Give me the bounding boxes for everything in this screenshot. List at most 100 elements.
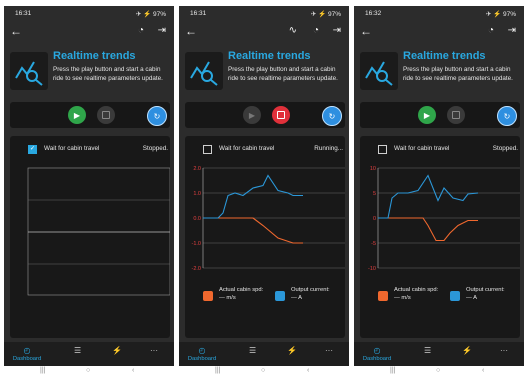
chart-panel: ✓ Wait for cabin travel Stopped. <box>10 136 170 338</box>
phone-screen-1: 16:31 ✈ ⚡ 97% ← ◔ ⇥ Realtime trends Pres… <box>4 6 174 378</box>
back-icon[interactable]: ‹ <box>132 367 134 374</box>
logout-icon[interactable]: ⇥ <box>333 25 341 36</box>
y-tick-label: 0 <box>373 216 376 222</box>
bottom-nav: ◴ Dashboard ☰ ⚡ ··· <box>4 342 174 366</box>
stop-button[interactable] <box>447 106 465 124</box>
top-bar: ← ◔ ⇥ <box>4 20 174 46</box>
stop-button[interactable] <box>272 106 290 124</box>
back-icon[interactable]: ‹ <box>307 367 309 374</box>
recents-icon[interactable]: ||| <box>215 367 220 374</box>
current-legend: Output current: — A <box>466 286 518 302</box>
stop-icon <box>452 111 460 119</box>
chart-panel: Wait for cabin travel Stopped. 10 5 0 -5 -10… <box>360 136 520 338</box>
back-arrow-icon[interactable]: ← <box>185 24 197 38</box>
wait-for-travel-checkbox[interactable]: ✓ <box>28 145 37 154</box>
back-arrow-icon[interactable]: ← <box>10 24 22 38</box>
nav-settings-icon[interactable]: ☰ <box>249 346 256 355</box>
nav-settings-icon[interactable]: ☰ <box>74 346 81 355</box>
controls-bar: ▶ ↻ <box>360 102 520 128</box>
wait-for-travel-label: Wait for cabin travel <box>394 145 450 152</box>
trend-chart: 2.0 1.0 0.0 -1.0 -2.0 <box>192 166 345 272</box>
connection-button[interactable]: ↻ <box>147 106 167 126</box>
home-icon[interactable]: ○ <box>436 367 440 374</box>
speed-legend: Actual cabin spd: — m/s <box>394 286 446 302</box>
status-bar: 16:32 ✈ ⚡ 97% <box>354 6 524 20</box>
current-legend-value: — A <box>466 295 477 301</box>
connection-button[interactable]: ↻ <box>322 106 342 126</box>
nav-settings-icon[interactable]: ☰ <box>424 346 431 355</box>
y-tick-label: -10 <box>368 266 376 272</box>
y-tick-label: -1.0 <box>192 241 201 247</box>
current-legend: Output current: — A <box>291 286 343 302</box>
dashboard-icon: ◴ <box>23 346 31 355</box>
page-title: Realtime trends <box>403 50 486 62</box>
nav-flash-icon[interactable]: ⚡ <box>462 346 472 355</box>
stop-icon <box>102 111 110 119</box>
dashboard-icon: ◴ <box>198 346 206 355</box>
recents-icon[interactable]: ||| <box>390 367 395 374</box>
stop-button[interactable] <box>97 106 115 124</box>
wait-for-travel-label: Wait for cabin travel <box>219 145 275 152</box>
series-line-1 <box>203 174 303 219</box>
nav-dashboard[interactable]: ◴ Dashboard <box>187 346 217 362</box>
empty-chart <box>27 167 170 296</box>
play-button[interactable]: ▶ <box>68 106 86 124</box>
home-icon[interactable]: ○ <box>261 367 265 374</box>
status-indicators: ✈ ⚡ 97% <box>310 11 341 18</box>
sync-status-icon[interactable]: ◔ <box>138 25 144 36</box>
phone-screen-3: 16:32 ✈ ⚡ 97% ← ◔ ⇥ Realtime trends Pres… <box>354 6 524 378</box>
nav-dashboard-label: Dashboard <box>187 356 217 362</box>
back-icon[interactable]: ‹ <box>482 367 484 374</box>
wait-for-travel-checkbox[interactable] <box>378 145 387 154</box>
connection-button[interactable]: ↻ <box>497 106 517 126</box>
logout-icon[interactable]: ⇥ <box>508 25 516 36</box>
series-line-1 <box>378 174 479 219</box>
system-nav: ||| ○ ‹ <box>179 366 349 378</box>
dashboard-icon: ◴ <box>373 346 381 355</box>
nav-flash-icon[interactable]: ⚡ <box>287 346 297 355</box>
page-description: Press the play button and start a cabin … <box>403 66 513 82</box>
y-tick-label: -5 <box>371 241 376 247</box>
back-arrow-icon[interactable]: ← <box>360 24 372 38</box>
y-tick-label: 5 <box>373 191 376 197</box>
controls-bar: ▶ ↻ <box>185 102 345 128</box>
wait-for-travel-checkbox[interactable] <box>203 145 212 154</box>
nav-dashboard[interactable]: ◴ Dashboard <box>12 346 42 362</box>
speed-legend-label: Actual cabin spd: <box>219 287 264 293</box>
y-tick-label: 2.0 <box>193 166 201 172</box>
play-button[interactable]: ▶ <box>243 106 261 124</box>
page-title: Realtime trends <box>228 50 311 62</box>
status-bar: 16:31 ✈ ⚡ 97% <box>179 6 349 20</box>
nav-dashboard[interactable]: ◴ Dashboard <box>362 346 392 362</box>
sync-status-icon[interactable]: ◔ <box>488 25 494 36</box>
y-tick-label: 0.0 <box>193 216 201 222</box>
stop-icon <box>277 111 285 119</box>
run-state-text: Running... <box>314 145 343 152</box>
status-time: 16:32 <box>365 10 382 17</box>
speed-legend: Actual cabin spd: — m/s <box>219 286 271 302</box>
page-title: Realtime trends <box>53 50 136 62</box>
wait-for-travel-label: Wait for cabin travel <box>44 145 100 152</box>
home-icon[interactable]: ○ <box>86 367 90 374</box>
page-header: Realtime trends Press the play button an… <box>360 48 520 98</box>
sync-status-icon[interactable]: ◔ <box>313 25 319 36</box>
logout-icon[interactable]: ⇥ <box>158 25 166 36</box>
wait-for-travel-row: ✓ Wait for cabin travel Stopped. <box>28 145 168 155</box>
current-legend-swatch <box>275 291 285 301</box>
trend-chart-icon <box>10 52 48 90</box>
nav-more-icon[interactable]: ··· <box>500 346 508 355</box>
nav-more-icon[interactable]: ··· <box>150 346 158 355</box>
nav-flash-icon[interactable]: ⚡ <box>112 346 122 355</box>
trend-mini-icon[interactable]: ∿ <box>289 25 297 36</box>
top-bar: ← ◔ ⇥ <box>354 20 524 46</box>
chart-panel: Wait for cabin travel Running... 2.0 1.0 0… <box>185 136 345 338</box>
status-bar: 16:31 ✈ ⚡ 97% <box>4 6 174 20</box>
system-nav: ||| ○ ‹ <box>354 366 524 378</box>
speed-legend-value: — m/s <box>219 295 236 301</box>
play-button[interactable]: ▶ <box>418 106 436 124</box>
status-time: 16:31 <box>190 10 207 17</box>
current-legend-swatch <box>450 291 460 301</box>
nav-more-icon[interactable]: ··· <box>325 346 333 355</box>
recents-icon[interactable]: ||| <box>40 367 45 374</box>
page-description: Press the play button and start a cabin … <box>228 66 338 82</box>
